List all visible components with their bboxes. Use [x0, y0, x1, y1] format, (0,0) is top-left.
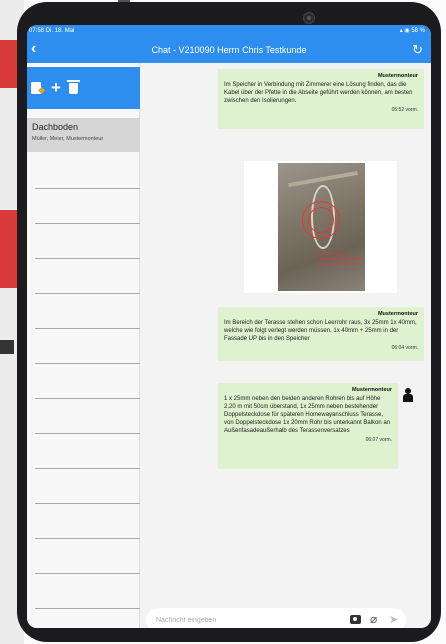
- message-input[interactable]: [156, 612, 336, 628]
- front-camera-icon: [303, 12, 315, 24]
- list-divider: [35, 468, 140, 469]
- chat-area: Mustermonteur Im Speicher in Verbindung …: [140, 63, 431, 628]
- wifi-icon: ▴ ◉: [399, 28, 412, 34]
- message-time: 06:04 vorm.: [391, 345, 418, 351]
- chat-title: Chat - V210090 Herrn Chris Testkunde: [151, 45, 307, 55]
- list-divider: [35, 608, 140, 609]
- message-input-bar: ⌀ ➤: [146, 608, 406, 628]
- message-bubble: Mustermonteur Im Bereich der Terasse ste…: [218, 307, 424, 361]
- message-time: 06:07 vorm.: [365, 437, 392, 443]
- list-divider: [35, 328, 140, 329]
- list-divider: [35, 573, 140, 574]
- message-time: 05:52 vorm.: [391, 107, 418, 113]
- sidebar-toolbar: +: [27, 67, 140, 109]
- status-bar: 07:58 Di. 18. Mai ▴ ◉ 58 %: [27, 25, 431, 37]
- chat-list-sidebar: + Dachboden Müller, Meier, Mustermonteur: [27, 63, 140, 628]
- chat-header: ‹ Chat - V210090 Herrn Chris Testkunde ↻: [27, 37, 431, 63]
- send-icon[interactable]: ➤: [389, 613, 398, 627]
- chat-item-members: Müller, Meier, Mustermonteur: [32, 136, 104, 142]
- trash-icon[interactable]: [67, 80, 80, 94]
- tablet-screen: 07:58 Di. 18. Mai ▴ ◉ 58 % ‹ Chat - V210…: [27, 25, 431, 628]
- list-divider: [35, 188, 140, 189]
- plus-icon[interactable]: +: [51, 79, 61, 97]
- chat-list-item-dachboden[interactable]: Dachboden Müller, Meier, Mustermonteur: [27, 118, 140, 152]
- camera-icon[interactable]: [350, 615, 361, 624]
- chat-item-name: Dachboden: [32, 122, 79, 132]
- annotation-circle: [308, 207, 334, 233]
- list-divider: [35, 538, 140, 539]
- status-battery: ▴ ◉ 58 %: [399, 28, 425, 34]
- list-divider: [35, 363, 140, 364]
- background-dark-element: [0, 340, 14, 354]
- user-avatar-icon: [402, 388, 414, 402]
- refresh-icon[interactable]: ↻: [412, 37, 423, 63]
- list-divider: [35, 293, 140, 294]
- image-message[interactable]: Das Rohr bitte in Verbindung mit Zimmere…: [244, 161, 397, 293]
- message-text: Im Bereich der Terasse stehen schon Leer…: [224, 320, 417, 342]
- list-divider: [35, 433, 140, 434]
- message-text: Im Speicher in Verbindung mit Zimmerer e…: [224, 82, 413, 104]
- attic-photo[interactable]: Das Rohr bitte in Verbindung mit Zimmere…: [278, 163, 365, 291]
- list-divider: [35, 398, 140, 399]
- message-author: Mustermonteur: [377, 73, 418, 79]
- list-divider: [35, 258, 140, 259]
- message-author: Mustermonteur: [377, 311, 418, 317]
- message-text: 1 x 25mm neben den beiden anderen Rohren…: [224, 396, 391, 434]
- status-time: 07:58 Di. 18. Mai: [29, 28, 75, 34]
- message-bubble: Mustermonteur 1 x 25mm neben den beiden …: [218, 383, 398, 469]
- edit-icon[interactable]: [31, 82, 41, 94]
- message-bubble: Mustermonteur Im Speicher in Verbindung …: [218, 69, 424, 129]
- list-divider: [35, 503, 140, 504]
- list-divider: [35, 223, 140, 224]
- photo-annotation: Das Rohr bitte in Verbindung mit Zimmere…: [318, 251, 363, 266]
- message-author: Mustermonteur: [351, 387, 392, 393]
- paperclip-icon[interactable]: ⌀: [370, 612, 377, 626]
